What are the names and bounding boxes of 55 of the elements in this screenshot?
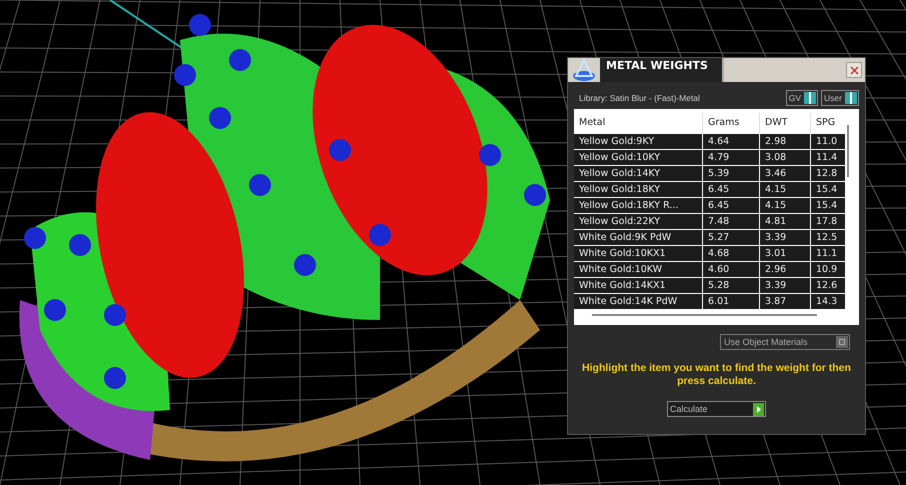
table-cell: 6.01 <box>703 294 760 309</box>
table-cell: 7.48 <box>703 214 760 229</box>
table-cell: Yellow Gold:18KY <box>574 182 703 197</box>
table-cell-text: 12.8 <box>815 167 838 181</box>
table-cell: 4.68 <box>703 246 760 261</box>
table-cell-text: 10.9 <box>815 263 838 277</box>
table-cell-text: 14.3 <box>815 295 838 309</box>
toggle-button[interactable]: User <box>821 90 859 106</box>
table-cell: 4.15 <box>760 182 811 197</box>
table-cell: White Gold:14K PdW <box>574 294 703 309</box>
table-cell-text: 15.4 <box>815 199 838 213</box>
table-cell: 6.45 <box>703 182 760 197</box>
table-cell: White Gold:14KX1 <box>574 278 703 293</box>
column-header[interactable]: Grams <box>703 113 760 133</box>
table-cell: 2.98 <box>760 134 811 149</box>
table-cell: White Gold:9K PdW <box>574 230 703 245</box>
column-header[interactable]: DWT <box>760 113 811 133</box>
table-cell: 3.87 <box>760 294 811 309</box>
table-cell: 3.08 <box>760 150 811 165</box>
table-cell: 3.39 <box>760 230 811 245</box>
table-cell: Yellow Gold:22KY <box>574 214 703 229</box>
column-header[interactable]: SPG <box>811 113 845 133</box>
library-label: Library: Satin Blur - (Fast)-Metal <box>578 93 700 103</box>
table-cell-text: 11.0 <box>815 135 838 149</box>
panel-title: METAL WEIGHTS <box>600 58 722 82</box>
toggle-button[interactable]: GV <box>786 90 818 106</box>
table-cell: Yellow Gold:18KY R... <box>574 198 703 213</box>
table-cell: White Gold:10KW <box>574 262 703 277</box>
calculate-button[interactable]: Calculate <box>667 401 766 417</box>
table-cell: 3.39 <box>760 278 811 293</box>
table-cell: 6.45 <box>703 198 760 213</box>
column-header[interactable]: Metal <box>574 113 703 133</box>
table-cell: 4.60 <box>703 262 760 277</box>
table-cell: 3.46 <box>760 166 811 181</box>
table-cell: Yellow Gold:14KY <box>574 166 703 181</box>
table-cell: 5.39 <box>703 166 760 181</box>
table-cell-text: 12.6 <box>815 279 838 293</box>
table-cell: 4.79 <box>703 150 760 165</box>
table-cell: Yellow Gold:9KY <box>574 134 703 149</box>
table-cell: 3.01 <box>760 246 811 261</box>
object-materials-toggle[interactable]: Use Object Materials <box>720 334 850 350</box>
table-cell: 5.27 <box>703 230 760 245</box>
table-cell-text: 12.5 <box>815 231 838 245</box>
table-cell: 4.81 <box>760 214 811 229</box>
table-cell: Yellow Gold:10KY <box>574 150 703 165</box>
table-cell-text: 17.8 <box>815 215 838 229</box>
table-cell-text: 11.4 <box>815 151 838 165</box>
table-cell-text: 15.4 <box>815 183 838 197</box>
table-cell: 2.96 <box>760 262 811 277</box>
table-cell: 5.28 <box>703 278 760 293</box>
table-cell: 4.15 <box>760 198 811 213</box>
table-cell-text: 11.1 <box>815 247 838 261</box>
table-cell: 4.64 <box>703 134 760 149</box>
instruction-text: Highlight the item you want to find the weight for then press calculate. <box>581 362 852 388</box>
table-cell: White Gold:10KX1 <box>574 246 703 261</box>
